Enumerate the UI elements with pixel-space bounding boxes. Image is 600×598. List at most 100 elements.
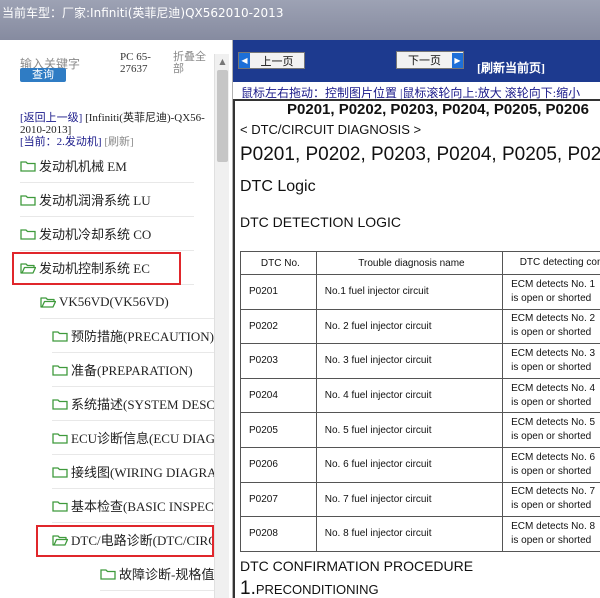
condition-line: is open or shorted	[511, 396, 592, 408]
tree-item-label: ECU诊断信息(ECU DIAGNOSIS)	[71, 431, 214, 446]
prev-page-label: 上一页	[260, 54, 294, 68]
tree-item-engine-cooling[interactable]: 发动机冷却系统 CO	[20, 217, 194, 251]
tree-item-label: VK56VD(VK56VD)	[59, 293, 169, 309]
tree-item-vk56vd[interactable]: VK56VD(VK56VD)	[40, 285, 214, 319]
condition-line: ECM detects No. 7	[511, 486, 596, 498]
dtc-name: No. 5 fuel injector circuit	[315, 412, 504, 448]
tree-item-basic-inspection[interactable]: 基本检查(BASIC INSPECTION)	[52, 489, 214, 523]
manual-code: PC 65-27637	[120, 51, 151, 75]
tree-item-engine-mechanical[interactable]: 发动机机械 EM	[20, 149, 194, 183]
next-page-button[interactable]: 下一页 ▶	[396, 51, 464, 69]
folder-open-icon	[40, 296, 57, 308]
dtc-condition: ECM detects No. 5 is open or shorted	[502, 412, 600, 448]
table-row: P0202 No. 2 fuel injector circuit ECM de…	[240, 308, 600, 345]
current-value: 2.发动机]	[56, 136, 102, 148]
refresh-page-link[interactable]: [刷新当前页]	[477, 59, 545, 76]
condition-line: ECM detects No. 5	[511, 417, 596, 429]
condition-line: ECM detects No. 8	[511, 520, 596, 532]
dtc-condition: ECM detects No. 6 is open or shorted	[502, 446, 600, 483]
dtc-code: P0206	[240, 446, 317, 483]
column-header: Trouble diagnosis name	[315, 251, 504, 275]
folder-icon	[52, 364, 68, 376]
condition-line: is open or shorted	[511, 361, 592, 373]
dtc-condition: ECM detects No. 3 is open or shorted	[502, 343, 600, 379]
condition-line: is open or shorted	[511, 534, 592, 546]
table-header-row: DTC No. Trouble diagnosis name DTC detec…	[240, 251, 600, 275]
tree-item-label: 发动机冷却系统 CO	[39, 227, 152, 242]
vehicle-value: 厂家:Infiniti(英菲尼迪)QX562010-2013	[62, 6, 284, 20]
dtc-name: No. 7 fuel injector circuit	[315, 481, 504, 518]
condition-line: ECM detects No. 1	[511, 278, 596, 290]
tree-item-spec-values[interactable]: 故障诊断-规格值	[100, 557, 214, 591]
step-number: 1.	[240, 578, 256, 598]
nav-scrollbar[interactable]: ▲	[214, 54, 229, 598]
folder-icon	[20, 160, 36, 172]
dtc-code: P0201	[240, 274, 317, 310]
confirmation-heading: DTC CONFIRMATION PROCEDURE	[240, 558, 474, 574]
condition-line: ECM detects No. 2	[511, 313, 596, 325]
arrow-left-icon: ◀	[239, 53, 250, 68]
dtc-name: No.1 fuel injector circuit	[315, 274, 504, 310]
tree-item-engine-lubrication[interactable]: 发动机润滑系统 LU	[20, 183, 194, 217]
dtc-table: DTC No. Trouble diagnosis name DTC detec…	[240, 251, 600, 552]
folder-icon	[52, 432, 68, 444]
condition-line: ECM detects No. 4	[511, 382, 596, 394]
condition-line: is open or shorted	[511, 292, 592, 304]
dtc-condition: ECM detects No. 2 is open or shorted	[502, 308, 600, 345]
tree-item-label: 准备(PREPARATION)	[71, 363, 193, 378]
tree-item-precaution[interactable]: 预防措施(PRECAUTION)	[52, 319, 214, 353]
tree-item-ecu-diagnosis[interactable]: ECU诊断信息(ECU DIAGNOSIS)	[52, 421, 214, 455]
dtc-code: P0208	[240, 516, 317, 552]
table-row: P0203 No. 3 fuel injector circuit ECM de…	[240, 343, 600, 379]
tree-item-wiring-diagram[interactable]: 接线图(WIRING DIAGRAM)	[52, 455, 214, 489]
tree-item-label: 基本检查(BASIC INSPECTION)	[71, 499, 214, 514]
condition-line: is open or shorted	[511, 465, 592, 477]
dtc-code: P0205	[240, 412, 317, 448]
dtc-name: No. 2 fuel injector circuit	[315, 308, 504, 345]
column-header: DTC detecting condition	[502, 251, 600, 275]
document-title: P0201, P0202, P0203, P0204, P0205, P0206	[240, 144, 600, 165]
dtc-condition: ECM detects No. 7 is open or shorted	[502, 481, 600, 518]
query-button[interactable]: 查询	[20, 68, 66, 82]
table-row: P0206 No. 6 fuel injector circuit ECM de…	[240, 446, 600, 483]
folder-icon	[52, 398, 68, 410]
tree-item-system-description[interactable]: 系统描述(SYSTEM DESCRIPTION)	[52, 387, 214, 421]
dtc-condition: ECM detects No. 4 is open or shorted	[502, 377, 600, 414]
step-text: PRECONDITIONING	[255, 582, 379, 597]
refresh-link[interactable]: [刷新]	[104, 136, 133, 148]
dtc-name: No. 6 fuel injector circuit	[315, 446, 504, 483]
prev-page-button[interactable]: ◀ 上一页	[238, 52, 305, 69]
tree-item-label: 系统描述(SYSTEM DESCRIPTION)	[71, 397, 214, 412]
document-panel: ◀ 上一页 下一页 ▶ [刷新当前页] 鼠标左右拖动：控制图片位置 |鼠标滚轮向…	[232, 40, 600, 598]
dtc-code: P0202	[240, 308, 317, 345]
folder-icon	[52, 330, 68, 342]
column-header: DTC No.	[240, 251, 317, 275]
condition-line: ECM detects No. 3	[511, 347, 596, 359]
arrow-right-icon: ▶	[452, 52, 463, 68]
dtc-code: P0207	[240, 481, 317, 518]
tree-item-label: 发动机机械 EM	[39, 159, 127, 174]
current-label: [当前：	[20, 136, 57, 148]
highlight-box-engine-control	[12, 252, 181, 285]
scroll-thumb[interactable]	[217, 70, 228, 162]
detection-logic-heading: DTC DETECTION LOGIC	[240, 214, 402, 230]
preconditioning-step: 1.PRECONDITIONING	[240, 578, 379, 598]
dtc-condition: ECM detects No. 1 is open or shorted	[502, 274, 600, 310]
document-page[interactable]: P0201, P0202, P0203, P0204, P0205, P0206…	[233, 99, 600, 598]
condition-line: is open or shorted	[511, 500, 592, 512]
dtc-code: P0204	[240, 377, 317, 414]
tree-item-label: 故障诊断-规格值	[119, 567, 214, 582]
scroll-up-icon[interactable]: ▲	[215, 54, 230, 69]
search-area: 输入关键字 PC 65-27637 折叠全部 查询	[0, 40, 214, 100]
tree-item-preparation[interactable]: 准备(PREPARATION)	[52, 353, 214, 387]
dtc-logic-heading: DTC Logic	[240, 178, 316, 195]
vehicle-label: 当前车型：	[2, 6, 63, 20]
condition-line: is open or shorted	[511, 327, 592, 339]
folder-icon	[52, 466, 68, 478]
mouse-hint: 鼠标左右拖动：控制图片位置 |鼠标滚轮向上:放大 滚轮向下:缩小	[233, 82, 600, 99]
folder-icon	[100, 568, 116, 580]
back-link[interactable]: [返回上一级]	[20, 112, 82, 124]
title-bar: 当前车型：厂家:Infiniti(英菲尼迪)QX562010-2013	[0, 0, 600, 40]
folder-icon	[52, 500, 68, 512]
collapse-all-link[interactable]: 折叠全部	[173, 51, 213, 75]
